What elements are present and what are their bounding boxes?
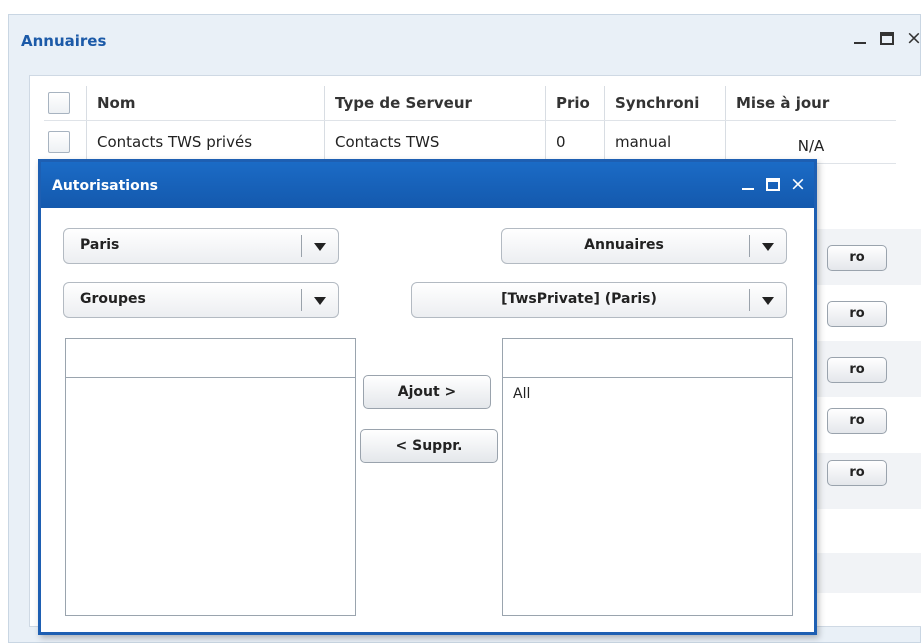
annuaires-table: Nom Type de Serveur Prio Synchroni Mise … xyxy=(44,86,896,164)
group-type-select[interactable]: Groupes xyxy=(63,282,339,318)
row-action-button[interactable]: ro xyxy=(827,301,887,327)
column-header-sync[interactable]: Synchroni xyxy=(604,86,726,121)
autorisations-title: Autorisations xyxy=(52,178,159,194)
list-item[interactable]: All xyxy=(503,378,792,410)
chevron-down-icon[interactable] xyxy=(314,243,326,251)
row-action-button[interactable]: ro xyxy=(827,408,887,434)
select-separator xyxy=(749,289,750,311)
list-header xyxy=(66,339,355,378)
cell-nom: Contacts TWS privés xyxy=(86,120,325,164)
cell-sync: manual xyxy=(604,120,726,164)
select-all-cell xyxy=(44,86,87,121)
select-separator xyxy=(749,235,750,257)
minimize-icon[interactable] xyxy=(740,177,756,191)
row-action-button[interactable]: ro xyxy=(827,460,887,486)
object-type-select-value: Annuaires xyxy=(584,237,664,253)
select-separator xyxy=(301,289,302,311)
annuaires-window-controls: × xyxy=(852,29,921,48)
add-button[interactable]: Ajout > xyxy=(363,375,491,409)
autorisations-dialog: Autorisations × Paris Groupes Annuaires … xyxy=(38,159,817,635)
site-select-value: Paris xyxy=(80,237,120,253)
row-checkbox-cell xyxy=(44,120,87,164)
annuaires-title: Annuaires xyxy=(21,32,107,50)
group-type-select-value: Groupes xyxy=(80,291,146,307)
close-icon[interactable]: × xyxy=(906,29,921,48)
close-icon[interactable]: × xyxy=(790,175,806,194)
autorisations-window-controls: × xyxy=(740,175,806,194)
autorisations-titlebar[interactable]: Autorisations × xyxy=(41,162,814,208)
select-all-checkbox[interactable] xyxy=(48,92,70,114)
chevron-down-icon[interactable] xyxy=(762,297,774,305)
column-header-prio[interactable]: Prio xyxy=(545,86,605,121)
chevron-down-icon[interactable] xyxy=(314,297,326,305)
table-header-row: Nom Type de Serveur Prio Synchroni Mise … xyxy=(44,86,896,121)
cell-prio: 0 xyxy=(545,120,605,164)
annuaires-titlebar[interactable]: Annuaires × xyxy=(9,15,921,67)
maximize-icon[interactable] xyxy=(880,31,894,45)
chevron-down-icon[interactable] xyxy=(762,243,774,251)
maximize-icon[interactable] xyxy=(766,177,780,191)
object-item-select[interactable]: [TwsPrivate] (Paris) xyxy=(411,282,787,318)
object-type-select[interactable]: Annuaires xyxy=(501,228,787,264)
list-header xyxy=(503,339,792,378)
row-action-button[interactable]: ro xyxy=(827,245,887,271)
column-header-maj[interactable]: Mise à jour xyxy=(725,86,896,121)
row-checkbox[interactable] xyxy=(48,131,70,153)
select-separator xyxy=(301,235,302,257)
minimize-icon[interactable] xyxy=(852,31,868,45)
table-row[interactable]: Contacts TWS privés Contacts TWS 0 manua… xyxy=(44,120,896,164)
row-action-button[interactable]: ro xyxy=(827,357,887,383)
authorized-list[interactable]: All xyxy=(502,338,793,616)
cell-maj: N/A xyxy=(725,120,896,164)
column-header-type[interactable]: Type de Serveur xyxy=(324,86,546,121)
object-item-select-value: [TwsPrivate] (Paris) xyxy=(501,291,657,307)
cell-type: Contacts TWS xyxy=(324,120,546,164)
remove-button[interactable]: < Suppr. xyxy=(360,429,498,463)
site-select[interactable]: Paris xyxy=(63,228,339,264)
column-header-nom[interactable]: Nom xyxy=(86,86,325,121)
available-groups-list[interactable] xyxy=(65,338,356,616)
